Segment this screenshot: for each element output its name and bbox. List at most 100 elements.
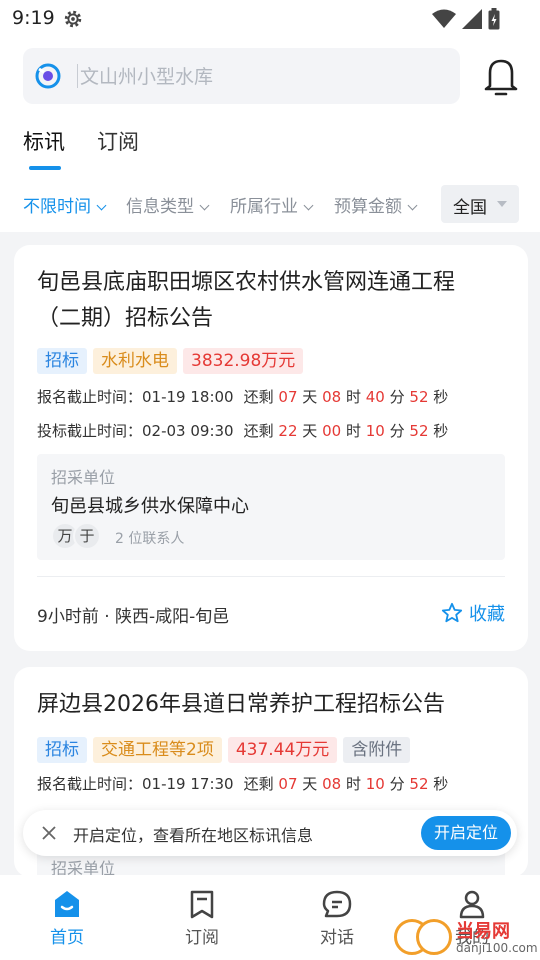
bell-icon[interactable] [484, 56, 518, 96]
search-input[interactable]: 文山州小型水库 [80, 62, 213, 89]
filter-bar: 不限时间 信息类型 所属行业 预算金额 全国 [23, 183, 523, 223]
caret-down-icon [497, 201, 507, 207]
watermark-url: danji100.com [456, 941, 538, 955]
enable-location-button[interactable]: 开启定位 [421, 816, 511, 850]
deadline-label: 报名截止时间： [37, 775, 143, 793]
tag-type: 招标 [37, 348, 87, 374]
tag-industry: 水利水电 [93, 348, 177, 374]
search-bar[interactable]: 文山州小型水库 [23, 48, 460, 104]
filter-budget[interactable]: 预算金额 [334, 192, 418, 217]
countdown-minutes: 40 [365, 388, 385, 406]
unit-day: 天 [302, 388, 318, 406]
settings-icon [64, 10, 82, 28]
status-icons [432, 8, 500, 30]
tab-bar: 标讯 订阅 [23, 128, 139, 170]
deadline-label: 报名截止时间： [37, 388, 143, 406]
purchaser-name: 旬邑县城乡供水保障中心 [51, 496, 249, 517]
battery-icon [488, 8, 500, 30]
unit-second: 秒 [433, 388, 449, 406]
tender-title: 旬邑县底庙职田塬区农村供水管网连通工程（二期）招标公告 [37, 270, 456, 331]
countdown-minutes: 10 [365, 775, 385, 793]
nav-chat-label: 对话 [320, 928, 354, 948]
app-logo-icon [35, 63, 61, 89]
watermark-ring [416, 919, 452, 955]
registration-deadline: 报名截止时间：01-19 17:30 还剩 07 天 08 时 10 分 52 秒 [37, 773, 448, 794]
tender-title: 屏边县2026年县道日常养护工程招标公告 [37, 692, 445, 717]
watermark-text: 当易网 [456, 921, 510, 942]
unit-hour: 时 [345, 388, 361, 406]
region-select[interactable]: 全国 [441, 185, 519, 223]
tag-attachment: 含附件 [343, 737, 411, 763]
countdown-seconds: 52 [409, 775, 429, 793]
filter-industry[interactable]: 所属行业 [230, 192, 314, 217]
contact-avatars: 万 于 [51, 522, 101, 550]
header: 文山州小型水库 标讯 订阅 不限时间 信息类型 所属行业 预算金额 全国 [0, 38, 540, 232]
watermark-logo: 当易网 danji100.com [390, 915, 540, 960]
unit-hour: 时 [345, 775, 361, 793]
filter-budget-label: 预算金额 [334, 197, 402, 217]
location-toast: 开启定位，查看所在地区标讯信息 开启定位 [23, 810, 517, 856]
tab-news[interactable]: 标讯 [23, 128, 65, 170]
status-bar: 9:19 [0, 0, 540, 38]
toast-message: 开启定位，查看所在地区标讯信息 [73, 826, 314, 845]
signal-icon [462, 9, 482, 29]
unit-hour: 时 [345, 422, 361, 440]
chat-icon [322, 890, 352, 918]
tab-subscribe-label: 订阅 [97, 130, 139, 154]
tag-industry: 交通工程等2项 [93, 737, 222, 763]
unit-minute: 分 [389, 422, 405, 440]
bookmark-icon [190, 890, 214, 919]
purchaser-box[interactable]: 招采单位 旬邑县城乡供水保障中心 万 于 2 位联系人 [37, 454, 505, 560]
tab-indicator [29, 166, 61, 170]
wifi-icon [432, 9, 456, 28]
nav-home[interactable]: 首页 [27, 889, 107, 948]
tag-type: 招标 [37, 737, 87, 763]
chevron-down-icon [407, 200, 418, 211]
chevron-down-icon [199, 200, 210, 211]
tag-budget: 437.44万元 [227, 737, 338, 763]
tab-news-label: 标讯 [23, 130, 65, 154]
tag-budget: 3832.98万元 [183, 348, 304, 374]
remain-label: 还剩 [243, 422, 274, 440]
star-icon [441, 602, 463, 623]
chevron-down-icon [303, 200, 314, 211]
tag-list: 招标 水利水电 3832.98万元 [37, 348, 304, 374]
tender-card[interactable]: 旬邑县底庙职田塬区农村供水管网连通工程（二期）招标公告 招标 水利水电 3832… [14, 245, 528, 651]
deadline-datetime: 01-19 18:00 [142, 388, 234, 406]
nav-subscribe[interactable]: 订阅 [162, 889, 242, 948]
deadline-datetime: 02-03 09:30 [142, 422, 234, 440]
countdown-hours: 08 [322, 388, 342, 406]
purchaser-label: 招采单位 [51, 859, 116, 877]
bid-deadline: 投标截止时间：02-03 09:30 还剩 22 天 00 时 10 分 52 秒 [37, 420, 448, 441]
unit-minute: 分 [389, 388, 405, 406]
contact-count: 2 位联系人 [115, 531, 185, 547]
filter-type-label: 信息类型 [126, 197, 194, 217]
tag-list: 招标 交通工程等2项 437.44万元 含附件 [37, 737, 411, 763]
countdown-days: 07 [278, 388, 298, 406]
home-icon [55, 891, 79, 917]
tab-subscribe[interactable]: 订阅 [97, 128, 139, 168]
filter-time-label: 不限时间 [23, 197, 91, 217]
registration-deadline: 报名截止时间：01-19 18:00 还剩 07 天 08 时 40 分 52 秒 [37, 386, 448, 407]
filter-time[interactable]: 不限时间 [23, 192, 107, 217]
countdown-minutes: 10 [365, 422, 385, 440]
purchaser-label: 招采单位 [51, 468, 116, 487]
countdown-hours: 08 [322, 775, 342, 793]
avatar: 于 [73, 522, 101, 550]
countdown-days: 07 [278, 775, 298, 793]
filter-type[interactable]: 信息类型 [126, 192, 210, 217]
unit-day: 天 [302, 775, 318, 793]
status-time: 9:19 [12, 7, 55, 29]
countdown-days: 22 [278, 422, 298, 440]
favorite-button[interactable]: 收藏 [441, 600, 505, 626]
tender-meta: 9小时前 · 陕西-咸阳-旬邑 [37, 607, 230, 627]
close-icon[interactable] [41, 825, 57, 841]
unit-day: 天 [302, 422, 318, 440]
unit-second: 秒 [433, 422, 449, 440]
chevron-down-icon [96, 200, 107, 211]
unit-second: 秒 [433, 775, 449, 793]
nav-home-label: 首页 [50, 928, 84, 948]
unit-minute: 分 [389, 775, 405, 793]
remain-label: 还剩 [243, 775, 274, 793]
nav-chat[interactable]: 对话 [297, 889, 377, 948]
